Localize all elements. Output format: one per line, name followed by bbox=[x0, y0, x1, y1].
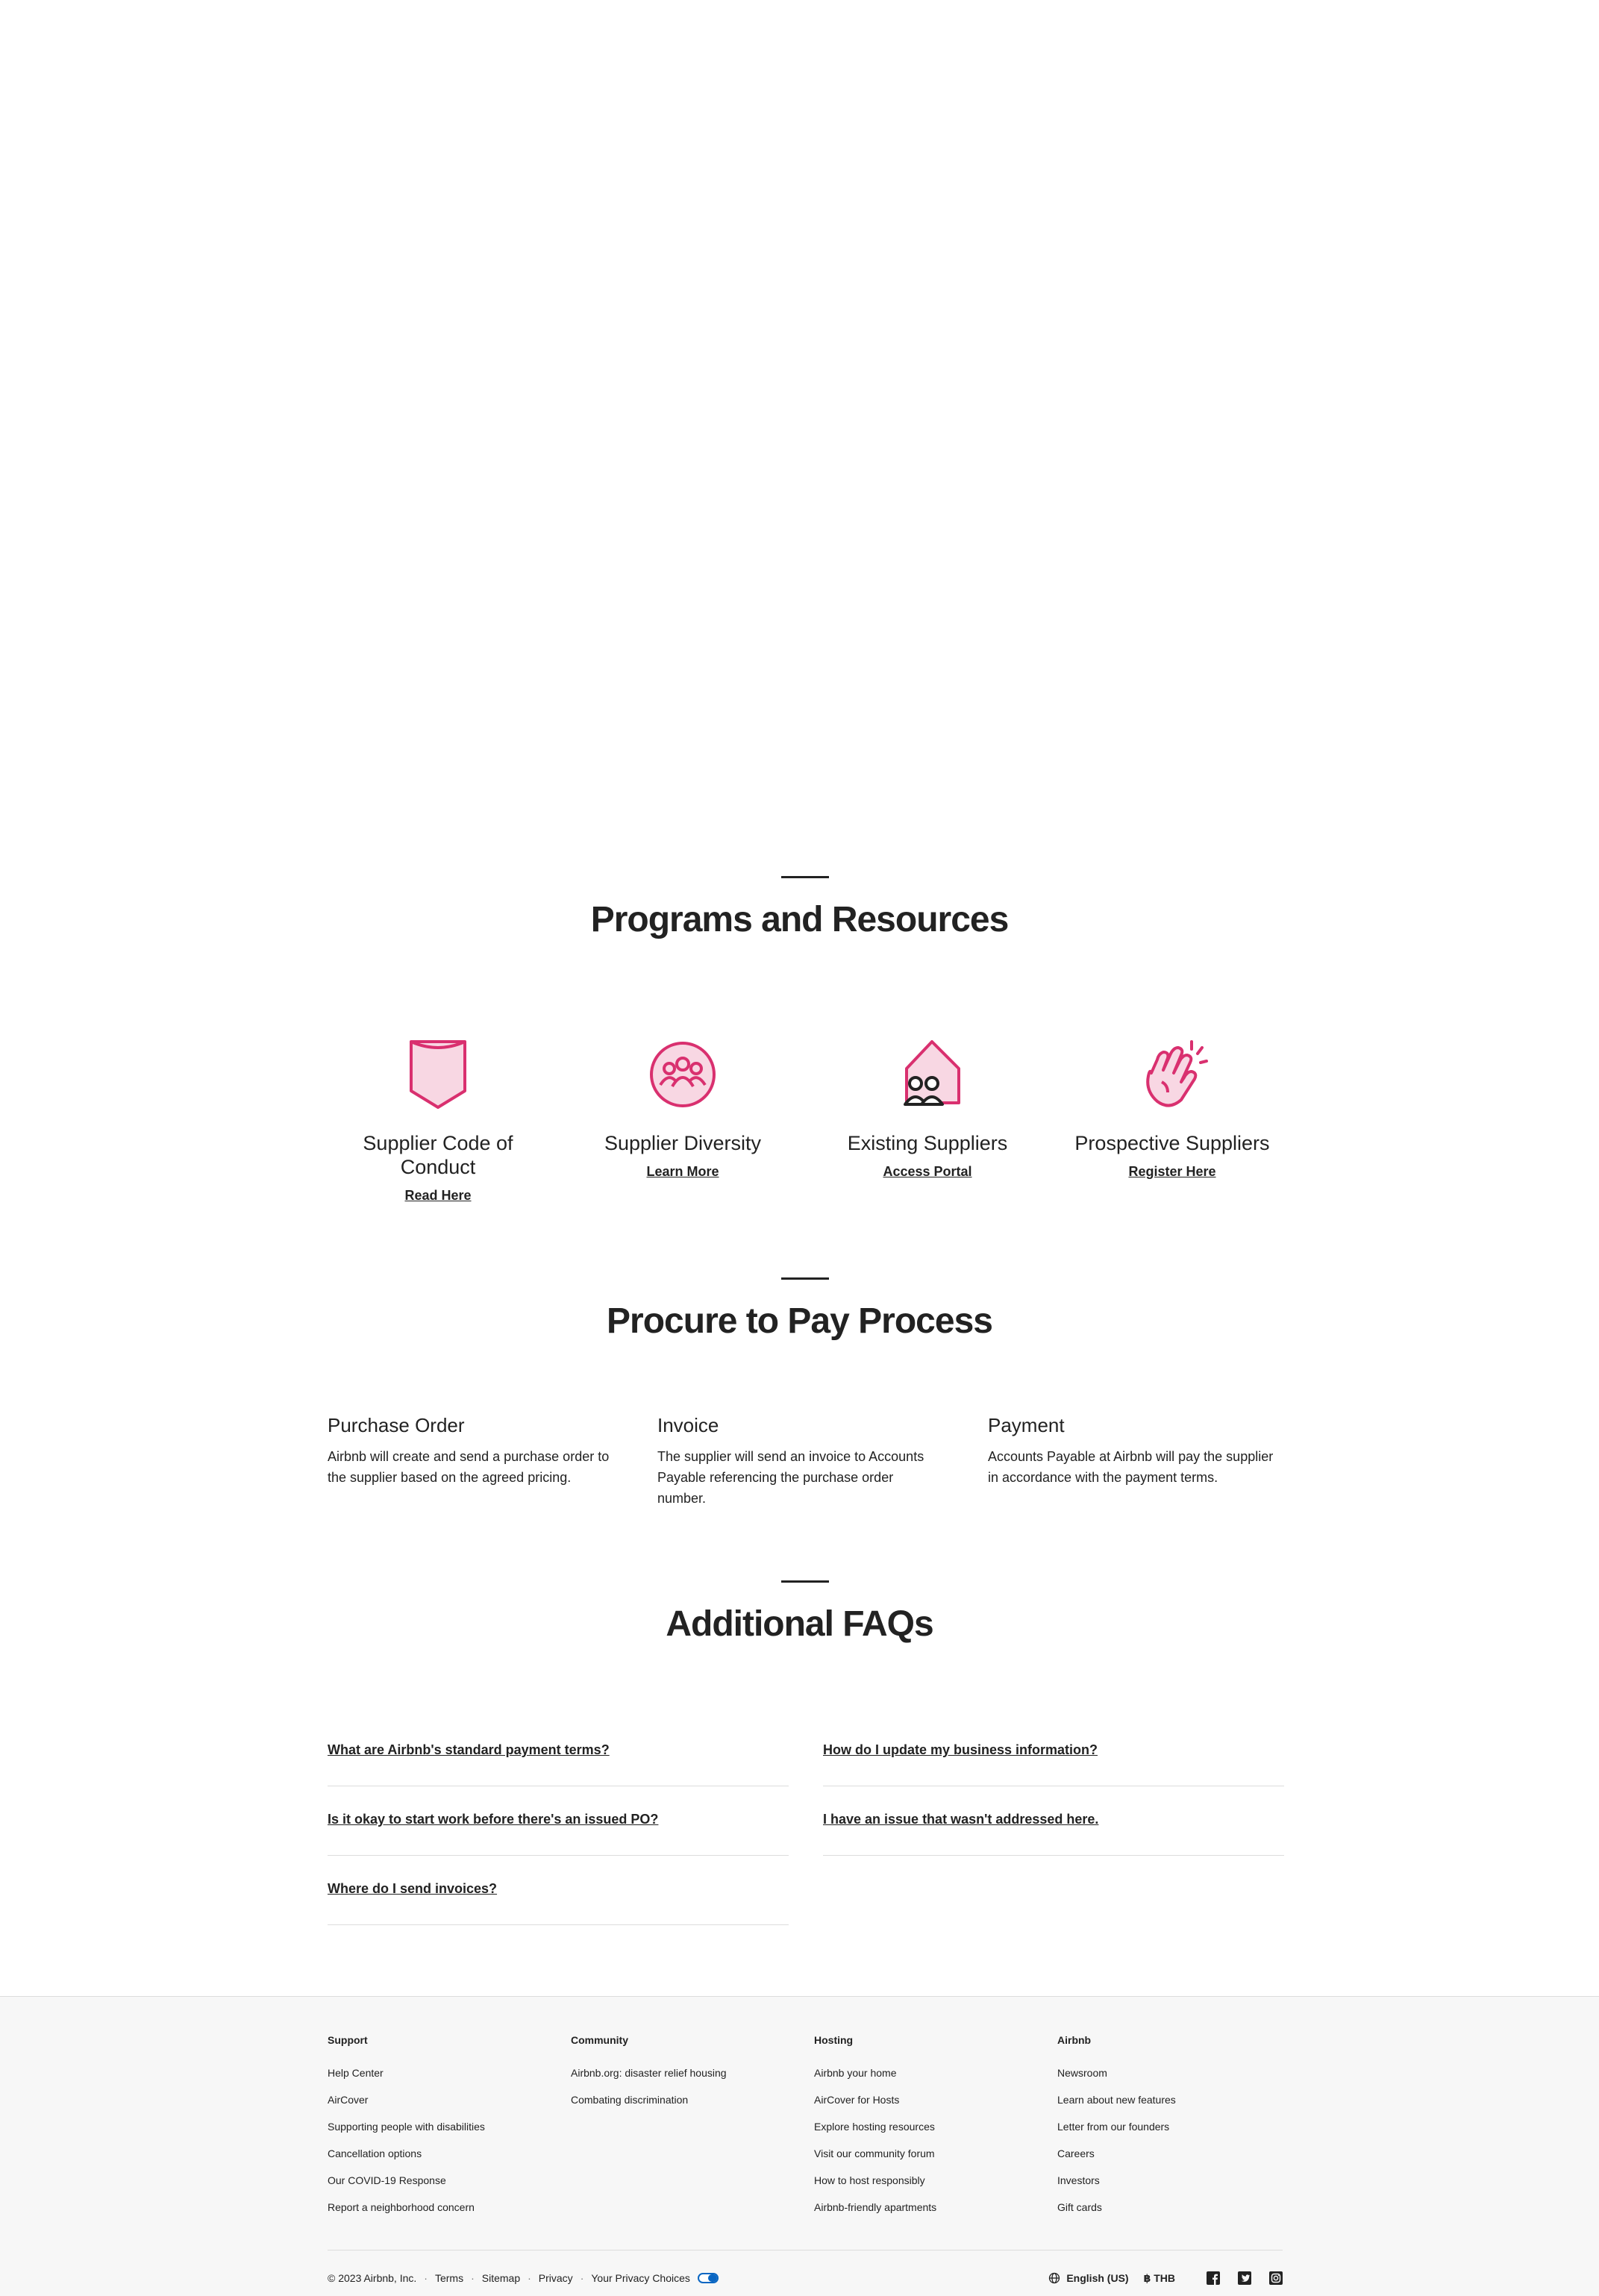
program-title: Supplier Diversity bbox=[604, 1132, 762, 1154]
privacy-choices-toggle-icon[interactable] bbox=[697, 2273, 719, 2283]
instagram-icon[interactable] bbox=[1269, 2271, 1283, 2285]
footer-column-airbnb: Airbnb Newsroom Learn about new features… bbox=[1057, 2034, 1281, 2227]
footer-link[interactable]: Report a neighborhood concern bbox=[328, 2200, 551, 2227]
faq-item: How do I update my business information? bbox=[823, 1717, 1284, 1786]
footer-legal: © 2023 Airbnb, Inc. · Terms · Sitemap · … bbox=[328, 2269, 719, 2287]
step-payment: Payment Accounts Payable at Airbnb will … bbox=[988, 1413, 1286, 1488]
step-description: Airbnb will create and send a purchase o… bbox=[328, 1449, 610, 1485]
program-prospective-suppliers: Prospective Suppliers Register Here bbox=[1053, 1037, 1292, 1180]
footer-link[interactable]: Help Center bbox=[328, 2065, 551, 2092]
step-invoice: Invoice The supplier will send an invoic… bbox=[657, 1413, 941, 1509]
globe-icon bbox=[1049, 2272, 1060, 2284]
program-existing-suppliers: Existing Suppliers Access Portal bbox=[808, 1037, 1047, 1180]
register-here-link[interactable]: Register Here bbox=[1128, 1164, 1215, 1180]
shield-icon bbox=[401, 1037, 475, 1112]
footer-link[interactable]: Letter from our founders bbox=[1057, 2119, 1281, 2146]
footer-link[interactable]: Cancellation options bbox=[328, 2146, 551, 2173]
currency-selector[interactable]: ฿ THB bbox=[1144, 2272, 1175, 2285]
program-title: Existing Suppliers bbox=[847, 1132, 1008, 1154]
faq-link-update-business-info[interactable]: How do I update my business information? bbox=[823, 1742, 1098, 1758]
footer-link[interactable]: How to host responsibly bbox=[814, 2173, 1038, 2200]
footer-link[interactable]: AirCover for Hosts bbox=[814, 2092, 1038, 2119]
step-title: Invoice bbox=[657, 1414, 719, 1436]
step-title: Purchase Order bbox=[328, 1414, 465, 1436]
footer-column-support: Support Help Center AirCover Supporting … bbox=[328, 2034, 551, 2227]
section-divider bbox=[781, 1580, 829, 1583]
facebook-icon[interactable] bbox=[1207, 2271, 1220, 2285]
privacy-link[interactable]: Privacy bbox=[539, 2272, 573, 2284]
currency-label: THB bbox=[1154, 2271, 1175, 2284]
faq-item: Is it okay to start work before there's … bbox=[328, 1786, 789, 1856]
waving-hand-icon bbox=[1135, 1037, 1210, 1112]
program-supplier-diversity: Supplier Diversity Learn More bbox=[563, 1037, 802, 1180]
programs-title: Programs and Resources bbox=[590, 900, 1010, 939]
learn-more-link[interactable]: Learn More bbox=[646, 1164, 719, 1180]
terms-link[interactable]: Terms bbox=[435, 2272, 463, 2284]
privacy-choices-link[interactable]: Your Privacy Choices bbox=[591, 2272, 690, 2284]
separator: · bbox=[471, 2272, 475, 2284]
footer-link[interactable]: Airbnb-friendly apartments bbox=[814, 2200, 1038, 2227]
footer-heading: Airbnb bbox=[1057, 2034, 1092, 2046]
twitter-icon[interactable] bbox=[1238, 2271, 1251, 2285]
footer-link[interactable]: Learn about new features bbox=[1057, 2092, 1281, 2119]
step-description: The supplier will send an invoice to Acc… bbox=[657, 1449, 924, 1506]
footer-settings: English (US) ฿ THB bbox=[1048, 2269, 1283, 2287]
hero-placeholder bbox=[0, 0, 1599, 851]
access-portal-link[interactable]: Access Portal bbox=[883, 1164, 971, 1180]
step-purchase-order: Purchase Order Airbnb will create and se… bbox=[328, 1413, 626, 1488]
language-selector[interactable]: English (US) bbox=[1048, 2272, 1129, 2284]
footer-heading: Support bbox=[328, 2034, 368, 2046]
footer-link[interactable]: Airbnb your home bbox=[814, 2065, 1038, 2092]
site-footer: Support Help Center AirCover Supporting … bbox=[0, 1996, 1599, 2296]
step-description: Accounts Payable at Airbnb will pay the … bbox=[988, 1449, 1274, 1485]
faq-link-other-issue[interactable]: I have an issue that wasn't addressed he… bbox=[823, 1812, 1098, 1827]
faq-item: What are Airbnb's standard payment terms… bbox=[328, 1717, 789, 1786]
faq-link-send-invoices[interactable]: Where do I send invoices? bbox=[328, 1881, 497, 1897]
footer-link[interactable]: Careers bbox=[1057, 2146, 1281, 2173]
people-circle-icon bbox=[645, 1037, 720, 1112]
faq-link-start-work[interactable]: Is it okay to start work before there's … bbox=[328, 1812, 658, 1827]
separator: · bbox=[528, 2272, 531, 2284]
faq-item: Where do I send invoices? bbox=[328, 1856, 789, 1925]
footer-link[interactable]: AirCover bbox=[328, 2092, 551, 2119]
program-title: Supplier Code of Conduct bbox=[363, 1132, 513, 1178]
house-people-icon bbox=[890, 1037, 965, 1112]
footer-column-hosting: Hosting Airbnb your home AirCover for Ho… bbox=[814, 2034, 1038, 2227]
faq-link-payment-terms[interactable]: What are Airbnb's standard payment terms… bbox=[328, 1742, 610, 1758]
footer-link[interactable]: Investors bbox=[1057, 2173, 1281, 2200]
footer-link[interactable]: Our COVID-19 Response bbox=[328, 2173, 551, 2200]
currency-symbol: ฿ bbox=[1143, 2271, 1151, 2284]
footer-link[interactable]: Supporting people with disabilities bbox=[328, 2119, 551, 2146]
footer-link[interactable]: Airbnb.org: disaster relief housing bbox=[571, 2065, 795, 2092]
separator: · bbox=[580, 2272, 584, 2284]
step-title: Payment bbox=[988, 1414, 1065, 1436]
footer-link[interactable]: Gift cards bbox=[1057, 2200, 1281, 2227]
footer-column-community: Community Airbnb.org: disaster relief ho… bbox=[571, 2034, 795, 2119]
separator: · bbox=[424, 2272, 428, 2284]
faq-item: I have an issue that wasn't addressed he… bbox=[823, 1786, 1284, 1856]
program-supplier-code-of-conduct: Supplier Code of Conduct Read Here bbox=[319, 1037, 557, 1204]
footer-link[interactable]: Combating discrimination bbox=[571, 2092, 795, 2119]
sitemap-link[interactable]: Sitemap bbox=[482, 2272, 520, 2284]
faq-title: Additional FAQs bbox=[666, 1604, 933, 1644]
section-divider bbox=[781, 1277, 829, 1280]
program-title: Prospective Suppliers bbox=[1074, 1132, 1270, 1154]
footer-heading: Community bbox=[571, 2034, 628, 2046]
footer-heading: Hosting bbox=[814, 2034, 854, 2046]
footer-link[interactable]: Newsroom bbox=[1057, 2065, 1281, 2092]
read-here-link[interactable]: Read Here bbox=[404, 1188, 471, 1204]
footer-bottom-bar: © 2023 Airbnb, Inc. · Terms · Sitemap · … bbox=[328, 2269, 1283, 2287]
process-title: Procure to Pay Process bbox=[607, 1301, 993, 1341]
footer-link[interactable]: Visit our community forum bbox=[814, 2146, 1038, 2173]
copyright: © 2023 Airbnb, Inc. bbox=[328, 2272, 417, 2284]
footer-link[interactable]: Explore hosting resources bbox=[814, 2119, 1038, 2146]
section-divider bbox=[781, 876, 829, 878]
language-label: English (US) bbox=[1066, 2272, 1129, 2284]
